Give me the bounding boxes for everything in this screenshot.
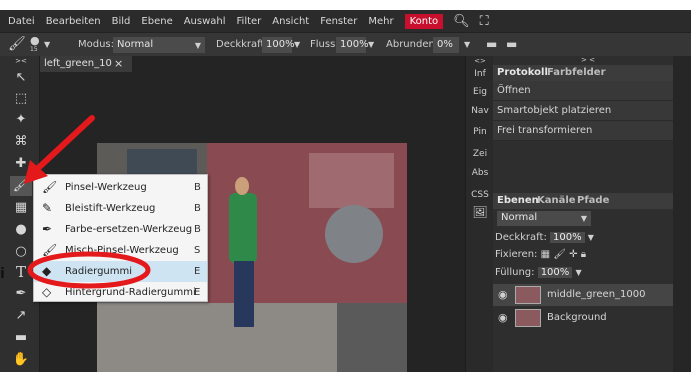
edge-fragment: i [0, 266, 5, 282]
annotation-overlay [24, 115, 151, 289]
annotation-arrow-shaft [31, 115, 95, 175]
annotation-ellipse [27, 251, 151, 289]
